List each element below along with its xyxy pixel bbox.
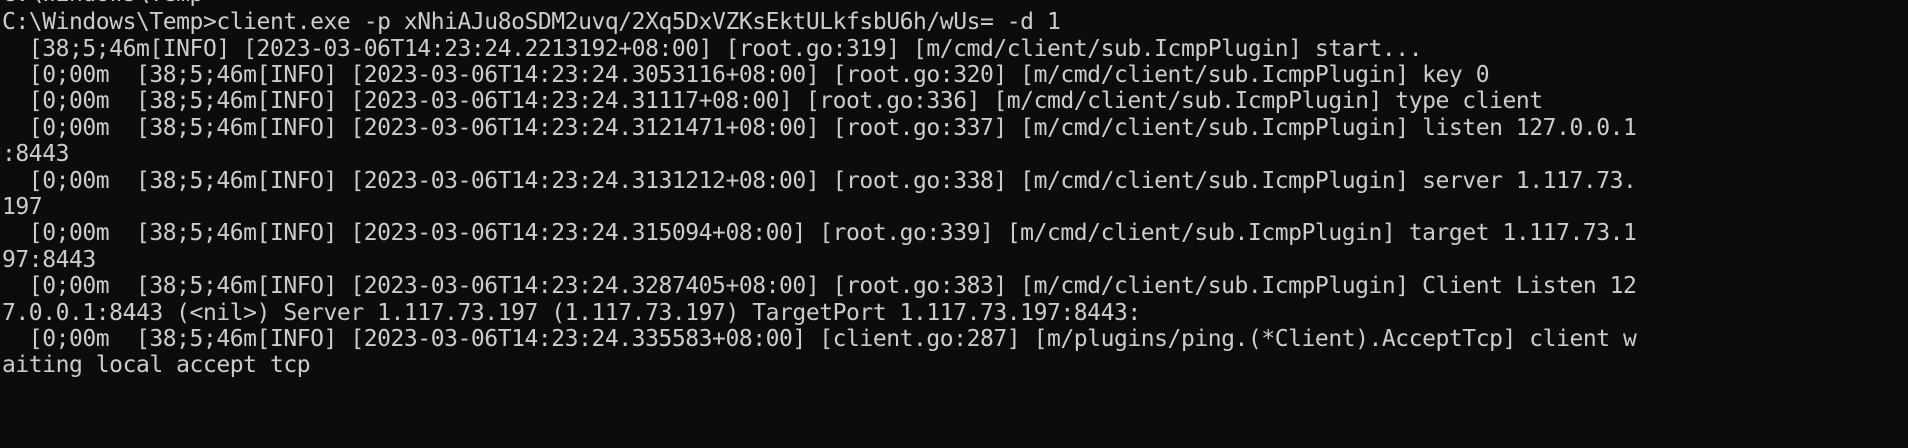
console-line-log: [0;00m [38;5;46m[INFO] [2023-03-06T14:23…	[2, 220, 1637, 246]
console-line-log: [0;00m [38;5;46m[INFO] [2023-03-06T14:23…	[2, 168, 1637, 194]
console-window[interactable]: C:\Windows\Temp> C:\Windows\Temp>client.…	[0, 0, 1908, 448]
console-line-log: [0;00m [38;5;46m[INFO] [2023-03-06T14:23…	[2, 115, 1637, 141]
console-line-wrap: aiting local accept tcp	[2, 352, 311, 378]
